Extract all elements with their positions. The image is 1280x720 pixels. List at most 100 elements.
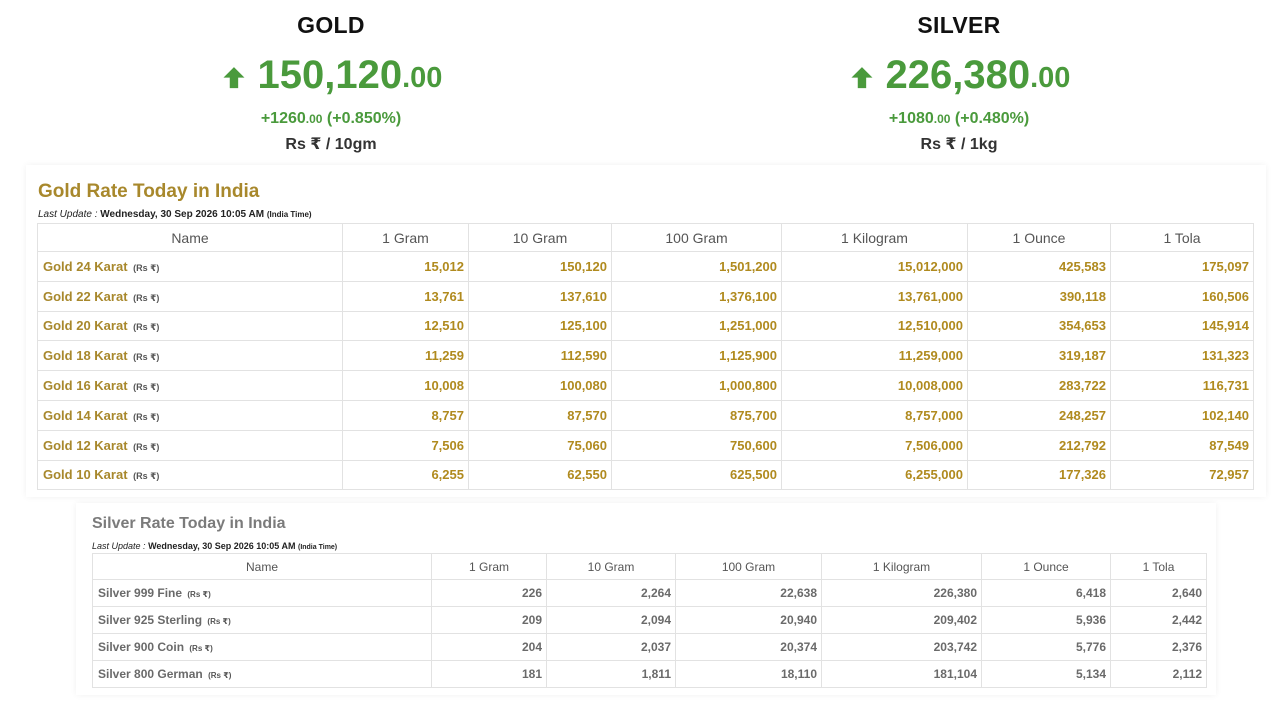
table-cell: 2,376 [1110,633,1207,661]
row-name: Silver 900 Coin [98,640,185,654]
column-header: 10 Gram [546,553,676,580]
row-name: Gold 12 Karat [43,437,128,453]
table-cell: 390,118 [967,280,1111,312]
table-cell: 8,757 [342,399,469,431]
gold-rate-table: Name 1 Gram 10 Gram 100 Gram 1 Kilogram … [37,223,1254,491]
table-cell: 425,583 [967,251,1111,282]
table-cell: 1,251,000 [611,310,782,342]
table-cell: 177,326 [967,459,1111,491]
column-header: 1 Gram [431,553,547,580]
table-cell: 1,501,200 [611,251,782,282]
table-cell: 10,008 [342,370,469,401]
table-cell: 5,936 [981,606,1111,634]
table-cell: 87,570 [468,399,612,431]
column-header: 1 Kilogram [781,223,968,252]
table-cell: 72,957 [1110,459,1254,491]
row-name-cell: Silver 900 Coin (Rs ₹) [92,633,432,661]
table-row: Gold 22 Karat (Rs ₹) 13,761 137,610 1,376,1… [37,280,1254,312]
table-cell: 5,776 [981,633,1111,661]
column-header: 1 Gram [342,223,469,252]
row-unit-tag: (Rs ₹) [207,617,231,626]
column-header: 1 Ounce [967,223,1111,252]
table-cell: 7,506 [342,429,469,461]
table-header-row: Name 1 Gram 10 Gram 100 Gram 1 Kilogram … [92,553,1207,580]
table-cell: 13,761,000 [781,280,968,312]
table-cell: 137,610 [468,280,612,312]
silver-rate-panel: Silver Rate Today in India Last Update :… [76,503,1216,695]
table-cell: 13,761 [342,280,469,312]
table-cell: 15,012,000 [781,251,968,282]
table-cell: 131,323 [1110,340,1254,372]
table-cell: 204 [431,633,547,661]
table-cell: 11,259,000 [781,340,968,372]
table-cell: 2,442 [1110,606,1207,634]
row-unit-tag: (Rs ₹) [133,382,160,393]
silver-last-update: Last Update : Wednesday, 30 Sep 2026 10:… [92,541,337,551]
table-cell: 226,380 [821,579,982,607]
table-row: Gold 10 Karat (Rs ₹) 6,255 62,550 625,500 6,… [37,459,1254,491]
gold-last-update: Last Update : Wednesday, 30 Sep 2026 10:… [38,209,312,220]
row-name: Silver 999 Fine [98,586,183,600]
table-cell: 20,374 [675,633,822,661]
gold-change-absolute-decimal: .00 [305,112,323,126]
table-row: Gold 14 Karat (Rs ₹) 8,757 87,570 875,700 8,… [37,399,1254,431]
row-name-cell: Gold 10 Karat (Rs ₹) [37,459,343,491]
row-name: Silver 800 German [98,667,203,681]
table-cell: 181,104 [821,660,982,688]
row-name-cell: Gold 22 Karat (Rs ₹) [37,280,343,312]
silver-price-decimal: .00 [1030,62,1071,94]
table-cell: 8,757,000 [781,399,968,431]
column-header: 100 Gram [611,223,782,252]
table-cell: 12,510 [342,310,469,342]
table-header-row: Name 1 Gram 10 Gram 100 Gram 1 Kilogram … [37,223,1254,252]
last-update-label: Last Update : [38,209,98,220]
row-name-cell: Gold 18 Karat (Rs ₹) [37,340,343,372]
gold-change-percent: (+0.850%) [326,110,402,127]
last-update-timezone: (India Time) [297,544,338,551]
table-cell: 6,255,000 [781,459,968,491]
table-cell: 248,257 [967,399,1111,431]
table-cell: 209 [431,606,547,634]
table-cell: 6,418 [981,579,1111,607]
row-name-cell: Gold 14 Karat (Rs ₹) [37,399,343,431]
table-row: Silver 999 Fine (Rs ₹) 226 2,264 22,638 226,… [92,579,1207,607]
silver-price-unit: Rs ₹ / 1kg [920,136,998,153]
gold-ticker-title: GOLD [297,12,365,38]
silver-ticker-title: SILVER [917,12,1001,38]
gold-change-absolute: +1260 [260,110,306,127]
table-cell: 750,600 [611,429,782,461]
table-cell: 11,259 [342,340,469,372]
gold-rate-title: Gold Rate Today in India [38,181,260,202]
row-unit-tag: (Rs ₹) [187,590,211,599]
table-cell: 875,700 [611,399,782,431]
last-update-label: Last Update : [92,541,146,551]
table-cell: 15,012 [342,251,469,282]
row-name-cell: Gold 20 Karat (Rs ₹) [37,310,343,342]
table-cell: 87,549 [1110,429,1254,461]
row-unit-tag: (Rs ₹) [133,411,160,422]
silver-ticker: SILVER 226,380.00 +1080.00 (+0.480%) Rs … [759,0,1159,154]
table-row: Silver 800 German (Rs ₹) 181 1,811 18,110 18… [92,660,1207,688]
arrow-up-icon [222,67,244,89]
gold-price-integer: 150,120 [257,53,403,97]
table-row: Gold 16 Karat (Rs ₹) 10,008 100,080 1,000,8… [37,370,1254,401]
silver-price: 226,380.00 [759,52,1159,98]
row-name-cell: Gold 24 Karat (Rs ₹) [37,251,343,282]
silver-change-absolute-decimal: .00 [933,112,951,126]
row-name: Silver 925 Sterling [98,613,203,627]
table-cell: 6,255 [342,459,469,491]
row-unit-tag: (Rs ₹) [133,471,160,482]
row-name: Gold 10 Karat [43,467,128,483]
table-cell: 150,120 [468,251,612,282]
table-cell: 175,097 [1110,251,1254,282]
table-cell: 354,653 [967,310,1111,342]
table-cell: 1,811 [546,660,676,688]
gold-change: +1260.00 (+0.850%) [131,110,531,128]
table-row: Gold 18 Karat (Rs ₹) 11,259 112,590 1,125,9… [37,340,1254,372]
table-cell: 2,640 [1110,579,1207,607]
table-cell: 7,506,000 [781,429,968,461]
table-cell: 145,914 [1110,310,1254,342]
table-cell: 102,140 [1110,399,1254,431]
table-cell: 5,134 [981,660,1111,688]
row-name: Gold 14 Karat [43,407,128,423]
